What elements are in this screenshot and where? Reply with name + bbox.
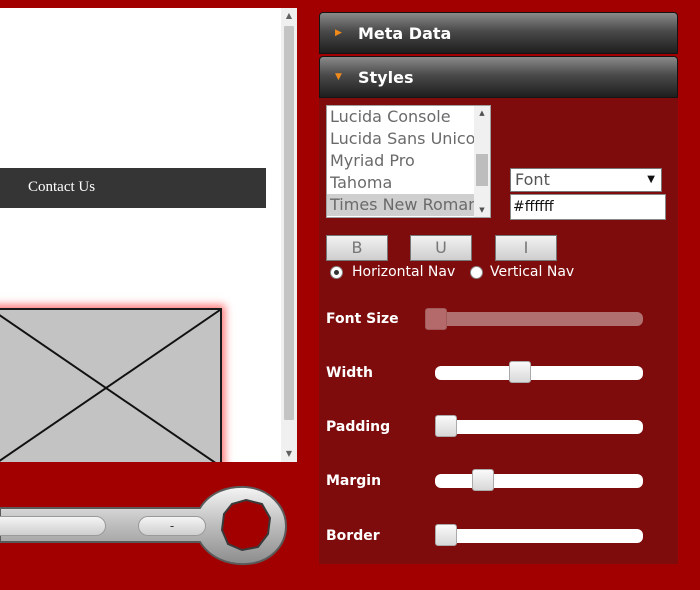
slider-handle[interactable] (509, 361, 531, 383)
padding-label: Padding (326, 419, 391, 435)
scroll-down-arrow-icon[interactable]: ▼ (281, 446, 297, 462)
list-scroll-down-icon[interactable]: ▼ (474, 203, 490, 217)
image-placeholder[interactable] (0, 308, 222, 462)
image-placeholder-cross (0, 310, 220, 462)
dropdown-caret-icon: ▼ (647, 174, 655, 185)
underline-button[interactable]: U (410, 235, 472, 261)
accordion-title: Styles (358, 68, 414, 87)
styles-section-body: Lucida Console Lucida Sans Unicode Myria… (319, 98, 678, 564)
preview-scrollbar[interactable]: ▲ ▼ (281, 8, 297, 462)
horizontal-nav-radio[interactable] (330, 266, 343, 279)
accordion-header-styles[interactable]: ▼ Styles (319, 56, 678, 98)
preview-nav-bar[interactable]: Contact Us (0, 168, 266, 208)
list-scroll-thumb[interactable] (476, 154, 488, 186)
font-option[interactable]: Tahoma (330, 172, 475, 194)
expanded-triangle-icon: ▼ (335, 72, 342, 82)
horizontal-nav-label: Horizontal Nav (352, 264, 456, 280)
font-dropdown-value: Font (515, 170, 550, 189)
border-slider[interactable] (435, 524, 643, 546)
slider-handle[interactable] (472, 469, 494, 491)
scrollbar-thumb[interactable] (284, 26, 294, 420)
accordion-title: Meta Data (358, 24, 452, 43)
wrench-field-left[interactable] (0, 516, 106, 536)
bold-button[interactable]: B (326, 235, 388, 261)
slider-handle[interactable] (435, 415, 457, 437)
color-hex-input[interactable]: #ffffff (510, 194, 666, 220)
font-option[interactable]: Lucida Console (330, 106, 475, 128)
italic-button[interactable]: I (495, 235, 557, 261)
font-option[interactable]: Lucida Sans Unicode (330, 128, 475, 150)
width-slider[interactable] (435, 361, 643, 383)
font-option-selected[interactable]: Times New Roman (327, 194, 475, 216)
collapsed-triangle-icon: ▶ (335, 28, 342, 38)
font-option[interactable]: Myriad Pro (330, 150, 475, 172)
font-family-listbox[interactable]: Lucida Console Lucida Sans Unicode Myria… (326, 105, 491, 218)
list-scroll-up-icon[interactable]: ▲ (474, 106, 490, 120)
border-label: Border (326, 528, 380, 544)
width-label: Width (326, 365, 373, 381)
page-preview-canvas[interactable]: Contact Us (0, 8, 297, 462)
margin-slider[interactable] (435, 469, 643, 491)
nav-item-contact-us[interactable]: Contact Us (28, 179, 95, 196)
wrench-field-right[interactable]: - (138, 516, 206, 536)
slider-handle[interactable] (435, 524, 457, 546)
font-list-scrollbar[interactable]: ▲ ▼ (474, 106, 490, 217)
font-dropdown[interactable]: Font ▼ (510, 168, 662, 192)
vertical-nav-label: Vertical Nav (490, 264, 575, 280)
vertical-nav-radio[interactable] (470, 266, 483, 279)
accordion-header-meta-data[interactable]: ▶ Meta Data (319, 12, 678, 54)
font-size-label: Font Size (326, 311, 399, 327)
margin-label: Margin (326, 473, 382, 489)
properties-panel: ▶ Meta Data ▼ Styles Lucida Console Luci… (319, 10, 678, 564)
padding-slider[interactable] (435, 415, 643, 437)
slider-handle[interactable] (425, 308, 447, 330)
font-size-slider[interactable] (425, 308, 643, 330)
scroll-up-arrow-icon[interactable]: ▲ (281, 8, 297, 24)
